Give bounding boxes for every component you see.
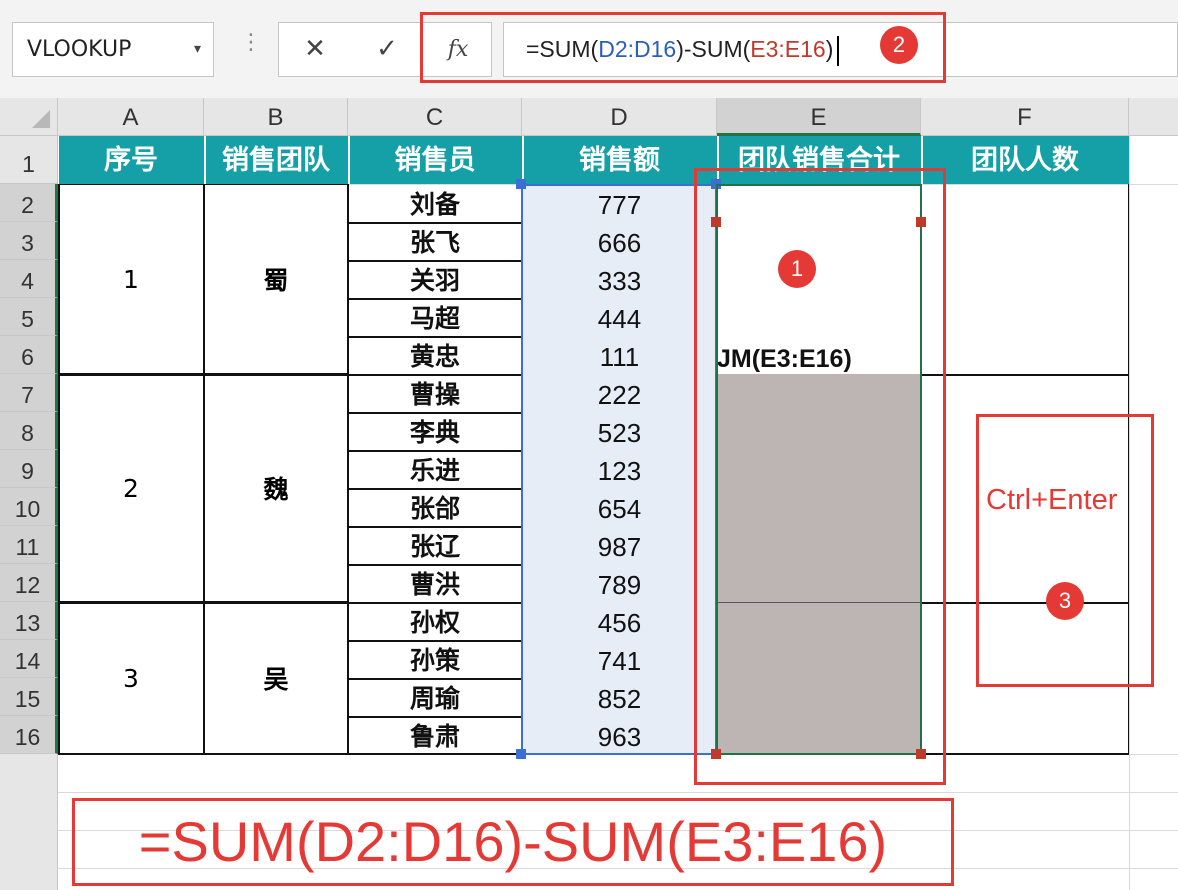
column-header-b[interactable]: B [204, 98, 348, 136]
row-border [348, 564, 522, 566]
row-header-8[interactable]: 8 [0, 412, 58, 450]
row-border [348, 260, 522, 262]
selection-handle[interactable] [516, 179, 526, 189]
row-header-10[interactable]: 10 [0, 488, 58, 526]
table-border [347, 184, 349, 754]
chevron-down-icon[interactable]: ▾ [194, 23, 201, 76]
shortcut-label: Ctrl+Enter [986, 484, 1118, 516]
selection-handle[interactable] [516, 749, 526, 759]
row-header-16[interactable]: 16 [0, 716, 58, 754]
row-header-15[interactable]: 15 [0, 678, 58, 716]
salesperson-cell[interactable]: 乐进 [348, 450, 522, 488]
group-border [58, 602, 348, 604]
group-no-cell[interactable]: 1 [58, 184, 204, 374]
row-header-1[interactable]: 1 [0, 136, 58, 184]
row-header-13[interactable]: 13 [0, 602, 58, 640]
annotation-box-range [694, 168, 946, 785]
row-header-14[interactable]: 14 [0, 640, 58, 678]
name-box[interactable]: VLOOKUP ▾ [12, 22, 214, 77]
annotation-box-formula [420, 12, 946, 83]
row-border [348, 450, 522, 452]
header-divider [522, 136, 524, 184]
salesperson-cell[interactable]: 曹洪 [348, 564, 522, 602]
gridline [58, 792, 1178, 793]
column-header-e[interactable]: E [717, 98, 921, 136]
group-border [58, 374, 348, 376]
row-header-6[interactable]: 6 [0, 336, 58, 374]
column-header-g[interactable] [1129, 98, 1178, 136]
salesperson-cell[interactable]: 刘备 [348, 184, 522, 222]
header-divider [348, 136, 350, 184]
annotation-badge-3: 3 [1046, 582, 1084, 620]
row-border [348, 222, 522, 224]
group-team-cell[interactable]: 蜀 [204, 184, 348, 374]
row-border [348, 678, 522, 680]
row-border [348, 488, 522, 490]
row-header-blank [0, 754, 58, 890]
salesperson-cell[interactable]: 孙策 [348, 640, 522, 678]
row-border [348, 602, 522, 604]
row-border [348, 336, 522, 338]
row-header-2[interactable]: 2 [0, 184, 58, 222]
group-no-cell[interactable]: 3 [58, 602, 204, 754]
name-box-value: VLOOKUP [27, 37, 132, 62]
salesperson-cell[interactable]: 周瑜 [348, 678, 522, 716]
row-header-9[interactable]: 9 [0, 450, 58, 488]
salesperson-cell[interactable]: 关羽 [348, 260, 522, 298]
salesperson-cell[interactable]: 孙权 [348, 602, 522, 640]
row-header-11[interactable]: 11 [0, 526, 58, 564]
big-formula-text: =SUM(D2:D16)-SUM(E3:E16) [138, 810, 888, 873]
column-header-c[interactable]: C [348, 98, 522, 136]
row-header-7[interactable]: 7 [0, 374, 58, 412]
row-border [348, 640, 522, 642]
header-row-frame [58, 136, 1129, 184]
select-all-triangle-icon [32, 110, 50, 128]
salesperson-cell[interactable]: 李典 [348, 412, 522, 450]
salesperson-cell[interactable]: 张飞 [348, 222, 522, 260]
header-divider [204, 136, 206, 184]
salesperson-cell[interactable]: 张辽 [348, 526, 522, 564]
annotation-badge-1: 1 [778, 250, 816, 288]
salesperson-cell[interactable]: 黄忠 [348, 336, 522, 374]
row-header-12[interactable]: 12 [0, 564, 58, 602]
annotation-badge-2: 2 [880, 26, 918, 64]
column-header-a[interactable]: A [58, 98, 204, 136]
group-team-cell[interactable]: 魏 [204, 374, 348, 602]
salesperson-cell[interactable]: 鲁肃 [348, 716, 522, 754]
row-border [348, 374, 522, 376]
salesperson-cell[interactable]: 马超 [348, 298, 522, 336]
salesperson-cell[interactable]: 曹操 [348, 374, 522, 412]
annotation-box-shortcut [976, 414, 1154, 687]
column-header-f[interactable]: F [921, 98, 1129, 136]
enter-check-icon[interactable]: ✓ [351, 23, 423, 76]
group-team-cell[interactable]: 吴 [204, 602, 348, 754]
row-header-5[interactable]: 5 [0, 298, 58, 336]
cancel-icon[interactable]: ✕ [279, 23, 351, 76]
row-border [348, 716, 522, 718]
range-d-selection [521, 184, 717, 755]
column-header-d[interactable]: D [522, 98, 717, 136]
table-border [58, 184, 60, 754]
salesperson-cell[interactable]: 张郃 [348, 488, 522, 526]
grip-dots-icon: ⋮ [240, 30, 262, 55]
row-border [348, 526, 522, 528]
row-border [348, 412, 522, 414]
row-border [348, 298, 522, 300]
row-header-3[interactable]: 3 [0, 222, 58, 260]
group-border [921, 374, 1129, 376]
group-no-cell[interactable]: 2 [58, 374, 204, 602]
row-header-4[interactable]: 4 [0, 260, 58, 298]
